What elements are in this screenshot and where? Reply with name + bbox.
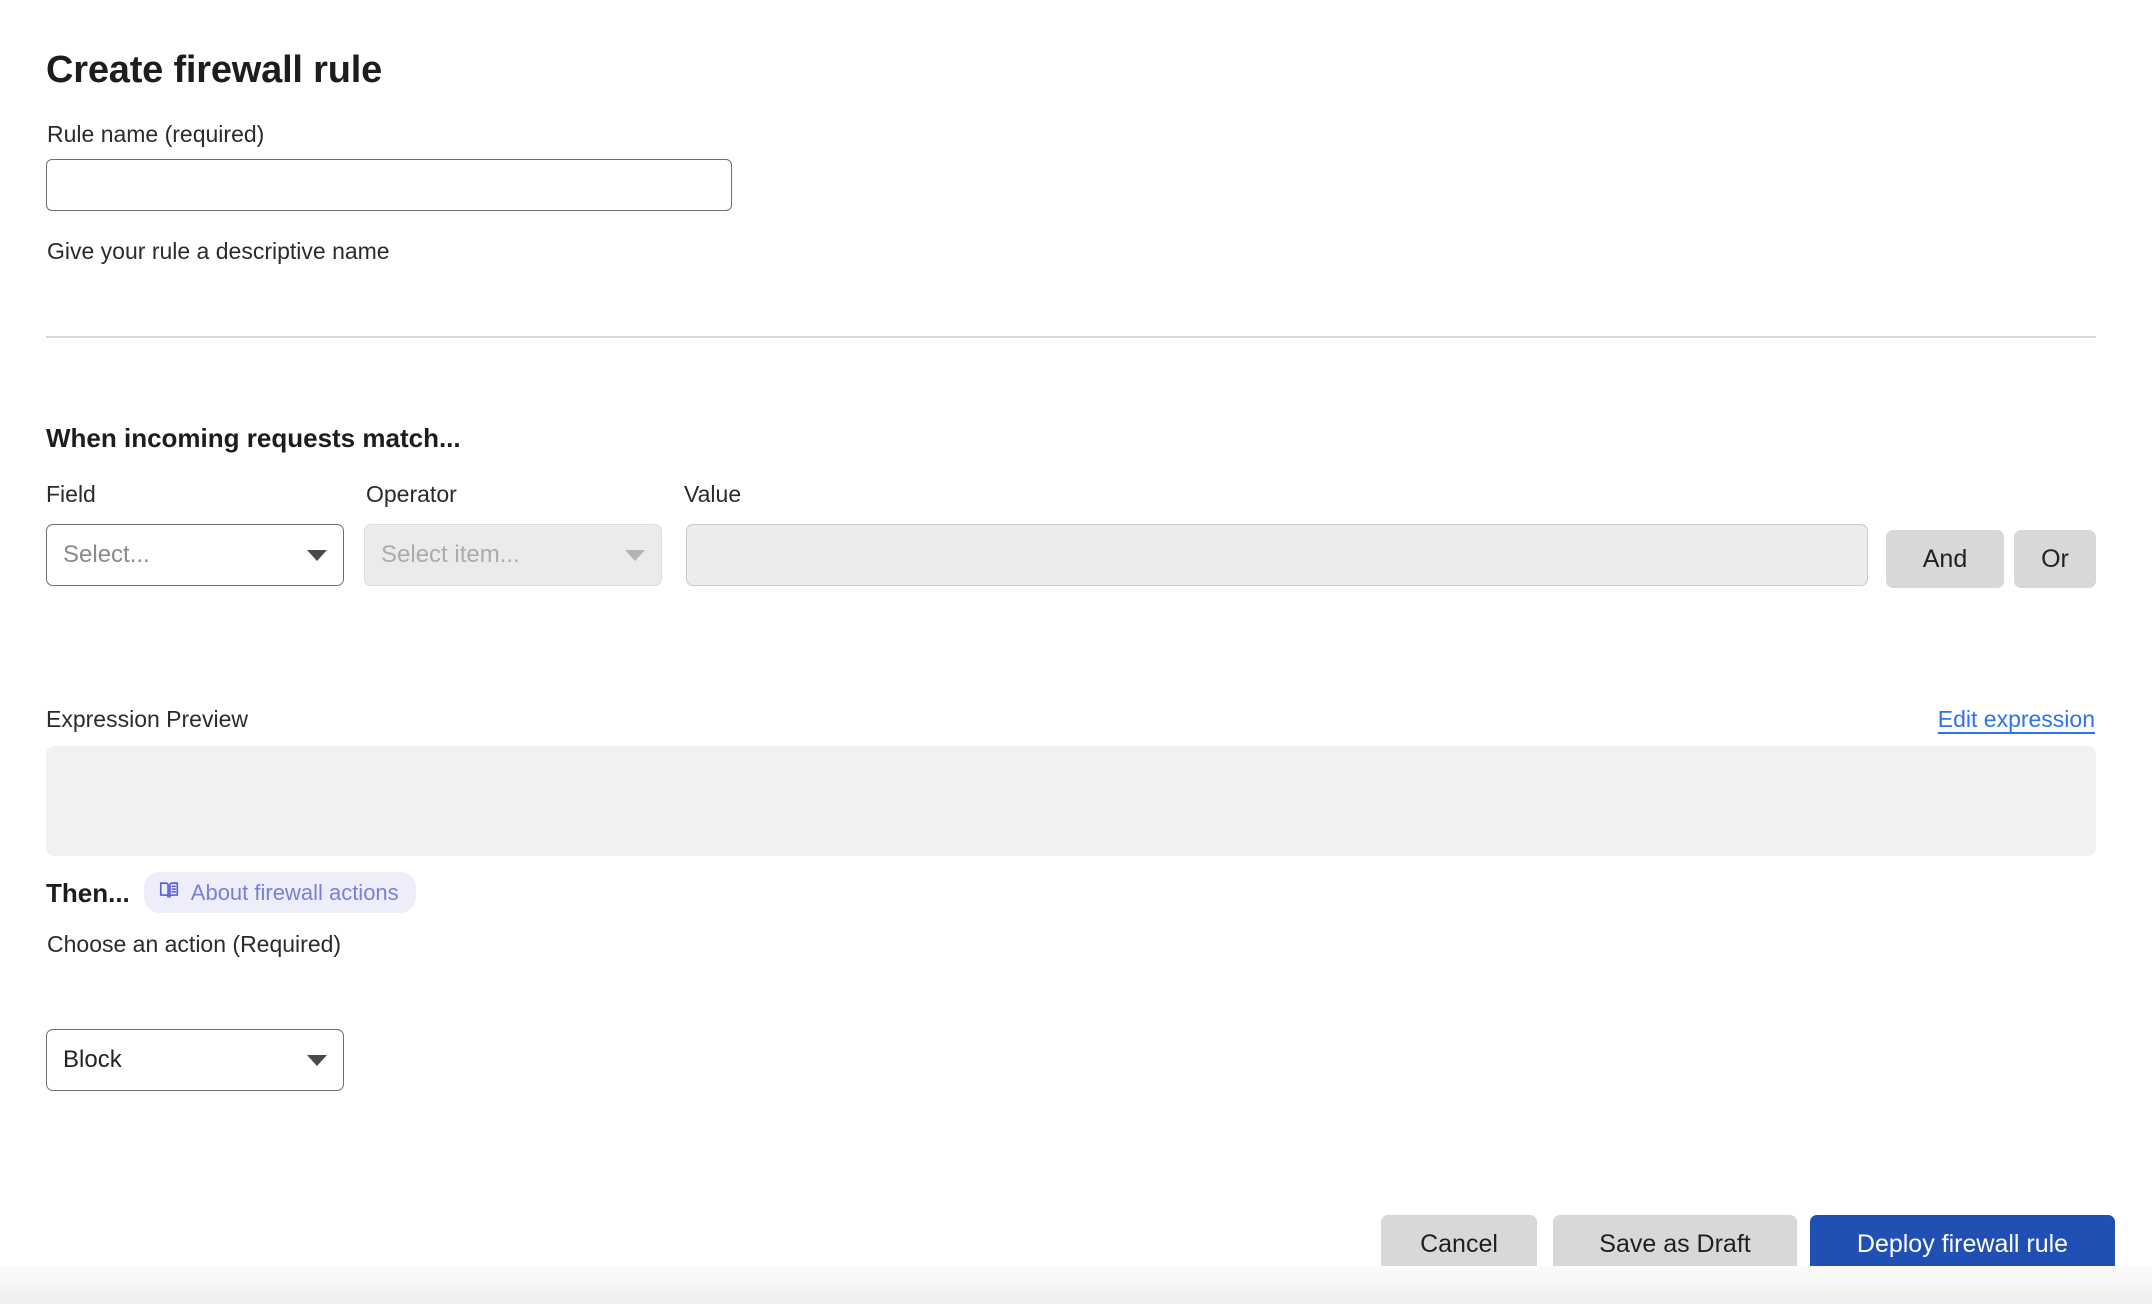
chevron-down-icon bbox=[307, 549, 327, 561]
expression-preview-label: Expression Preview bbox=[46, 706, 248, 732]
book-icon bbox=[158, 879, 180, 906]
and-button[interactable]: And bbox=[1886, 530, 2004, 588]
section-divider bbox=[46, 336, 2096, 338]
rule-name-input[interactable] bbox=[46, 159, 732, 211]
field-select-value: Select... bbox=[63, 541, 150, 568]
or-button[interactable]: Or bbox=[2014, 530, 2096, 588]
field-select[interactable]: Select... bbox=[46, 524, 344, 586]
then-section-header: Then... About firewall actions bbox=[46, 872, 416, 913]
save-as-draft-button[interactable]: Save as Draft bbox=[1553, 1215, 1797, 1273]
deploy-firewall-rule-button[interactable]: Deploy firewall rule bbox=[1810, 1215, 2115, 1273]
action-select-value: Block bbox=[63, 1046, 122, 1073]
value-input[interactable] bbox=[686, 524, 1868, 586]
match-section-heading: When incoming requests match... bbox=[46, 422, 461, 453]
chevron-down-icon bbox=[625, 549, 645, 561]
operator-column-label: Operator bbox=[366, 481, 457, 507]
edit-expression-link[interactable]: Edit expression bbox=[1938, 705, 2095, 733]
field-column-label: Field bbox=[46, 481, 96, 507]
footer-bar bbox=[0, 1266, 2152, 1304]
chevron-down-icon bbox=[307, 1054, 327, 1066]
rule-name-label: Rule name (required) bbox=[47, 121, 265, 147]
operator-select-value: Select item... bbox=[381, 541, 520, 568]
create-firewall-rule-page: Create firewall rule Rule name (required… bbox=[0, 0, 2152, 1304]
about-firewall-actions-label: About firewall actions bbox=[190, 879, 399, 905]
operator-select: Select item... bbox=[364, 524, 662, 586]
action-select[interactable]: Block bbox=[46, 1029, 344, 1091]
expression-preview-box bbox=[46, 746, 2096, 856]
page-title: Create firewall rule bbox=[46, 49, 383, 92]
rule-name-help-text: Give your rule a descriptive name bbox=[47, 238, 390, 264]
about-firewall-actions-badge[interactable]: About firewall actions bbox=[143, 872, 416, 913]
cancel-button[interactable]: Cancel bbox=[1381, 1215, 1537, 1273]
value-column-label: Value bbox=[684, 481, 742, 507]
then-heading: Then... bbox=[46, 877, 130, 908]
choose-action-label: Choose an action (Required) bbox=[47, 931, 342, 957]
